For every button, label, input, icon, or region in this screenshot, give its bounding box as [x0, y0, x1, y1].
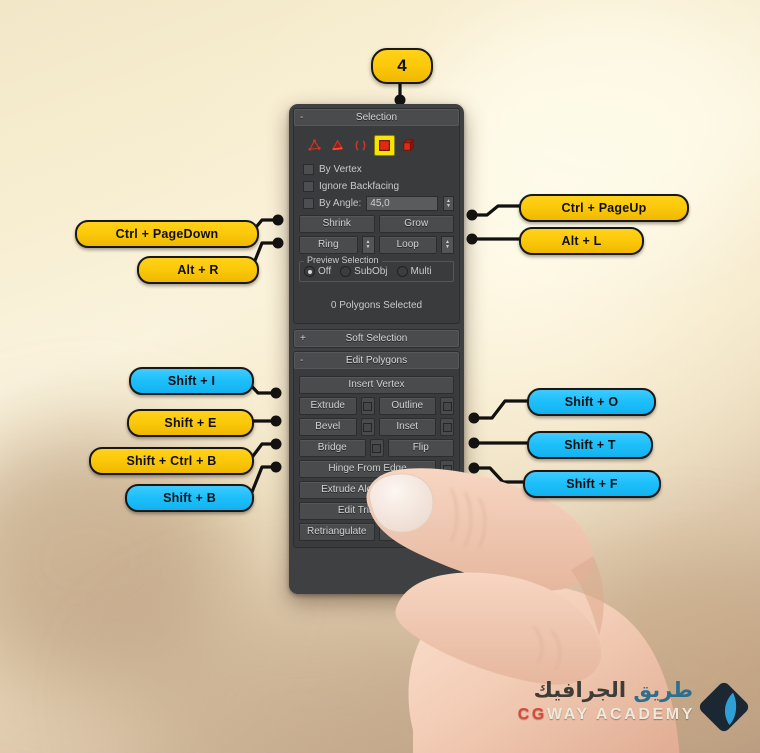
ring-loop-row: Ring ▲ ▼ Loop ▲ ▼ — [299, 236, 454, 254]
shrink-button[interactable]: Shrink — [299, 215, 375, 233]
preview-selection-group: Preview Selection Off SubObj Multi — [299, 255, 454, 282]
brand-logo: طريق الجرافيك CGWAY ACADEMY — [518, 676, 751, 738]
callout-alt-r[interactable]: Alt + R — [137, 256, 259, 284]
rollout-soft-selection-title: Soft Selection — [345, 333, 408, 344]
callout-shift-i[interactable]: Shift + I — [129, 367, 254, 395]
outline-button[interactable]: Outline — [378, 397, 436, 415]
screenshot-canvas: 4 - Selection By Vertex Ignore Backfacin… — [0, 0, 760, 753]
outline-settings-icon[interactable] — [440, 397, 454, 415]
radio-multi-label: Multi — [410, 266, 432, 277]
rollout-edit-polygons-toggle-icon[interactable]: - — [300, 353, 303, 368]
checkbox-ignore-backfacing[interactable]: Ignore Backfacing — [299, 178, 454, 195]
rollout-selection-header[interactable]: - Selection — [294, 109, 459, 126]
extrude-along-spline-settings-icon[interactable] — [440, 481, 454, 499]
flip-button[interactable]: Flip — [387, 439, 454, 457]
edit-triangulation-button[interactable]: Edit Triangulation — [299, 502, 454, 520]
bridge-button[interactable]: Bridge — [299, 439, 366, 457]
logo-way-academy: WAY ACADEMY — [546, 706, 695, 723]
subobject-mode-row[interactable] — [299, 131, 454, 161]
selection-status: 0 Polygons Selected — [330, 300, 423, 311]
callout-ctrl-pageup[interactable]: Ctrl + PageUp — [519, 194, 689, 222]
logo-arabic-tareeq: طريق — [633, 678, 693, 702]
rollout-soft-selection: + Soft Selection — [293, 329, 460, 348]
step-badge: 4 — [371, 48, 433, 84]
turn-button[interactable]: Turn — [378, 523, 454, 541]
callout-shift-b[interactable]: Shift + B — [125, 484, 254, 512]
edit-triangulation-row: Edit Triangulation — [299, 502, 454, 520]
bevel-settings-icon[interactable] — [360, 418, 375, 436]
ring-spinner[interactable]: ▲ ▼ — [361, 236, 375, 254]
extrude-settings-icon[interactable] — [360, 397, 375, 415]
element-icon[interactable] — [399, 136, 418, 155]
hinge-from-edge-button[interactable]: Hinge From Edge — [299, 460, 436, 478]
logo-arabic-text: طريق الجرافيك — [534, 678, 693, 702]
checkbox-by-vertex-label: By Vertex — [319, 164, 362, 175]
vertex-icon[interactable] — [305, 136, 324, 155]
hand-shadow — [571, 556, 604, 636]
insert-vertex-row: Insert Vertex — [299, 376, 454, 394]
rollout-edit-polygons-title: Edit Polygons — [345, 355, 408, 366]
edge-icon[interactable] — [328, 136, 347, 155]
loop-button[interactable]: Loop — [378, 236, 437, 254]
checkbox-ignore-backfacing-box[interactable] — [303, 181, 314, 192]
checkbox-ignore-backfacing-label: Ignore Backfacing — [319, 181, 400, 192]
hand-creases — [450, 487, 561, 671]
inset-settings-icon[interactable] — [440, 418, 454, 436]
checkbox-by-angle-label: By Angle: — [319, 198, 362, 209]
insert-vertex-button[interactable]: Insert Vertex — [299, 376, 454, 394]
bridge-flip-row: Bridge Flip — [299, 439, 454, 457]
by-angle-input[interactable]: 45,0 — [366, 196, 438, 211]
callout-shift-o[interactable]: Shift + O — [527, 388, 656, 416]
loop-spinner[interactable]: ▲ ▼ — [441, 236, 454, 254]
rollout-selection: - Selection By Vertex Ignore Backfacing … — [293, 108, 460, 324]
rollout-selection-title: Selection — [355, 112, 398, 123]
by-angle-spinner[interactable]: ▲ ▼ — [443, 196, 454, 211]
extrude-button[interactable]: Extrude — [299, 397, 357, 415]
radio-subobj[interactable] — [340, 266, 352, 277]
rollout-soft-selection-header[interactable]: + Soft Selection — [294, 330, 459, 347]
callout-shift-ctrl-b[interactable]: Shift + Ctrl + B — [89, 447, 254, 475]
hinge-from-edge-row: Hinge From Edge — [299, 460, 454, 478]
callout-alt-l[interactable]: Alt + L — [519, 227, 644, 255]
checkbox-by-vertex-box[interactable] — [303, 164, 314, 175]
retriangulate-button[interactable]: Retriangulate — [299, 523, 375, 541]
preview-selection-label: Preview Selection — [304, 255, 382, 265]
grow-button[interactable]: Grow — [378, 215, 454, 233]
logo-arabic-graphics: الجرافيك — [533, 678, 627, 702]
extrude-along-spline-row: Extrude Along Spline — [299, 481, 454, 499]
rollout-soft-selection-toggle-icon[interactable]: + — [300, 331, 306, 346]
logo-english-text: CGWAY ACADEMY — [518, 706, 695, 724]
callout-shift-t[interactable]: Shift + T — [527, 431, 653, 459]
bridge-settings-icon[interactable] — [369, 439, 384, 457]
polygon-icon[interactable] — [374, 135, 395, 156]
extrude-along-spline-button[interactable]: Extrude Along Spline — [299, 481, 436, 499]
radio-multi[interactable] — [396, 266, 408, 277]
radio-subobj-label: SubObj — [354, 266, 388, 277]
preview-selection-options[interactable]: Off SubObj Multi — [304, 266, 449, 277]
callout-shift-e[interactable]: Shift + E — [127, 409, 254, 437]
hinge-from-edge-settings-icon[interactable] — [440, 460, 454, 478]
radio-off-label: Off — [318, 266, 332, 277]
rollout-selection-toggle-icon[interactable]: - — [300, 110, 303, 125]
bevel-button[interactable]: Bevel — [299, 418, 357, 436]
bevel-inset-row: Bevel Inset — [299, 418, 454, 436]
retriangulate-turn-row: Retriangulate Turn — [299, 523, 454, 541]
background-blur-bottom — [120, 600, 500, 753]
logo-diamond-icon — [699, 682, 749, 732]
radio-off[interactable] — [304, 266, 315, 277]
callout-shift-f[interactable]: Shift + F — [523, 470, 661, 498]
command-panel[interactable]: - Selection By Vertex Ignore Backfacing … — [289, 104, 464, 594]
callout-ctrl-pagedown[interactable]: Ctrl + PageDown — [75, 220, 259, 248]
logo-cg: CG — [517, 706, 547, 723]
inset-button[interactable]: Inset — [378, 418, 436, 436]
shrink-grow-row: Shrink Grow — [299, 215, 454, 233]
rollout-edit-polygons-header[interactable]: - Edit Polygons — [294, 352, 459, 369]
extrude-outline-row: Extrude Outline — [299, 397, 454, 415]
checkbox-by-angle[interactable]: By Angle: 45,0 ▲ ▼ — [299, 195, 454, 212]
checkbox-by-vertex[interactable]: By Vertex — [299, 161, 454, 178]
checkbox-by-angle-box[interactable] — [303, 198, 314, 209]
ring-button[interactable]: Ring — [299, 236, 358, 254]
rollout-edit-polygons: - Edit Polygons Insert Vertex Extrude Ou… — [293, 351, 460, 548]
border-icon[interactable] — [351, 136, 370, 155]
